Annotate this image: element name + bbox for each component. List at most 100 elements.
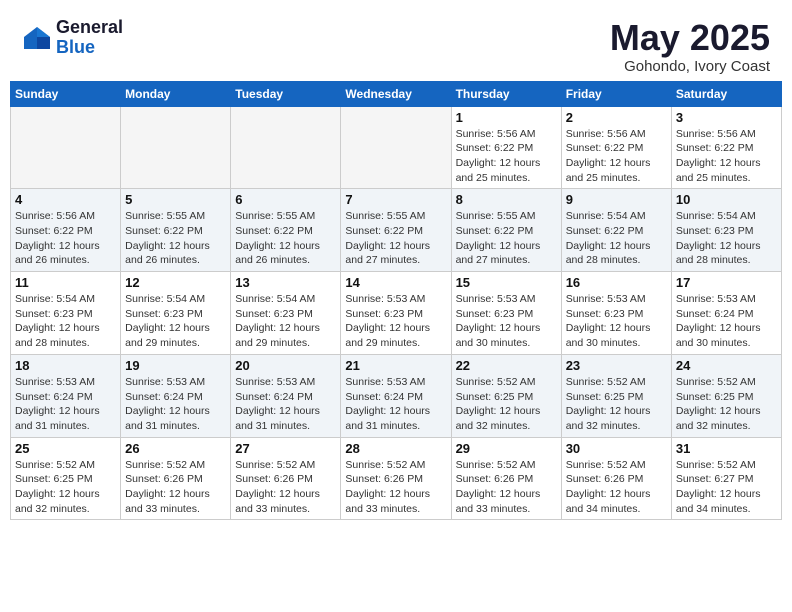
- table-row: 9 Sunrise: 5:54 AM Sunset: 6:22 PM Daylig…: [561, 189, 671, 272]
- calendar-week-row: 1Sunrise: 5:56 AM Sunset: 6:22 PM Daylig…: [11, 106, 782, 189]
- day-number: 5: [125, 192, 226, 207]
- day-number: 4: [15, 192, 116, 207]
- table-row: 27 Sunrise: 5:52 AM Sunset: 6:26 PM Dayli…: [231, 437, 341, 520]
- weekday-header-row: SundayMondayTuesdayWednesdayThursdayFrid…: [11, 81, 782, 106]
- logo-icon: [22, 23, 52, 53]
- day-number: 20: [235, 358, 336, 373]
- day-info: Sunrise: 5:52 AM Sunset: 6:26 PM Dayligh…: [125, 458, 226, 517]
- day-number: 26: [125, 441, 226, 456]
- weekday-header-sunday: Sunday: [11, 81, 121, 106]
- day-number: 28: [345, 441, 446, 456]
- logo-blue: Blue: [56, 38, 123, 58]
- table-row: 6 Sunrise: 5:55 AM Sunset: 6:22 PM Daylig…: [231, 189, 341, 272]
- day-number: 13: [235, 275, 336, 290]
- logo-general: General: [56, 18, 123, 38]
- day-number: 23: [566, 358, 667, 373]
- calendar-week-row: 25Sunrise: 5:52 AM Sunset: 6:25 PM Dayli…: [11, 437, 782, 520]
- title-area: May 2025 Gohondo, Ivory Coast: [610, 18, 770, 75]
- table-row: 30 Sunrise: 5:52 AM Sunset: 6:26 PM Dayli…: [561, 437, 671, 520]
- day-number: 18: [15, 358, 116, 373]
- calendar-week-row: 11 Sunrise: 5:54 AM Sunset: 6:23 PM Dayli…: [11, 272, 782, 355]
- day-info: Sunrise: 5:53 AM Sunset: 6:24 PM Dayligh…: [15, 375, 116, 434]
- weekday-header-wednesday: Wednesday: [341, 81, 451, 106]
- day-info: Sunrise: 5:54 AM Sunset: 6:22 PM Dayligh…: [566, 209, 667, 268]
- table-row: 3 Sunrise: 5:56 AM Sunset: 6:22 PM Daylig…: [671, 106, 781, 189]
- month-title: May 2025: [610, 18, 770, 58]
- day-info: Sunrise: 5:55 AM Sunset: 6:22 PM Dayligh…: [345, 209, 446, 268]
- day-info: Sunrise: 5:53 AM Sunset: 6:23 PM Dayligh…: [566, 292, 667, 351]
- day-number: 15: [456, 275, 557, 290]
- day-info: Sunrise: 5:53 AM Sunset: 6:23 PM Dayligh…: [345, 292, 446, 351]
- day-info: Sunrise: 5:54 AM Sunset: 6:23 PM Dayligh…: [15, 292, 116, 351]
- location: Gohondo, Ivory Coast: [610, 58, 770, 75]
- day-number: 3: [676, 110, 777, 125]
- day-info: Sunrise: 5:54 AM Sunset: 6:23 PM Dayligh…: [125, 292, 226, 351]
- weekday-header-monday: Monday: [121, 81, 231, 106]
- table-row: [341, 106, 451, 189]
- day-info: Sunrise: 5:53 AM Sunset: 6:24 PM Dayligh…: [345, 375, 446, 434]
- day-info: Sunrise: 5:52 AM Sunset: 6:26 PM Dayligh…: [235, 458, 336, 517]
- day-number: 6: [235, 192, 336, 207]
- table-row: [231, 106, 341, 189]
- day-number: 21: [345, 358, 446, 373]
- day-number: 30: [566, 441, 667, 456]
- day-info: Sunrise: 5:52 AM Sunset: 6:25 PM Dayligh…: [566, 375, 667, 434]
- day-info: Sunrise: 5:52 AM Sunset: 6:26 PM Dayligh…: [456, 458, 557, 517]
- day-info: Sunrise: 5:52 AM Sunset: 6:25 PM Dayligh…: [676, 375, 777, 434]
- day-number: 14: [345, 275, 446, 290]
- calendar-table: SundayMondayTuesdayWednesdayThursdayFrid…: [10, 81, 782, 521]
- day-number: 7: [345, 192, 446, 207]
- table-row: 18 Sunrise: 5:53 AM Sunset: 6:24 PM Dayli…: [11, 354, 121, 437]
- day-number: 9: [566, 192, 667, 207]
- day-number: 8: [456, 192, 557, 207]
- logo: General Blue: [22, 18, 123, 58]
- day-number: 22: [456, 358, 557, 373]
- table-row: 28 Sunrise: 5:52 AM Sunset: 6:26 PM Dayli…: [341, 437, 451, 520]
- calendar-week-row: 4Sunrise: 5:56 AM Sunset: 6:22 PM Daylig…: [11, 189, 782, 272]
- day-info: Sunrise: 5:54 AM Sunset: 6:23 PM Dayligh…: [676, 209, 777, 268]
- table-row: 23 Sunrise: 5:52 AM Sunset: 6:25 PM Dayli…: [561, 354, 671, 437]
- day-info: Sunrise: 5:56 AM Sunset: 6:22 PM Dayligh…: [676, 127, 777, 186]
- table-row: 25Sunrise: 5:52 AM Sunset: 6:25 PM Dayli…: [11, 437, 121, 520]
- day-number: 10: [676, 192, 777, 207]
- table-row: 21 Sunrise: 5:53 AM Sunset: 6:24 PM Dayli…: [341, 354, 451, 437]
- day-info: Sunrise: 5:52 AM Sunset: 6:25 PM Dayligh…: [456, 375, 557, 434]
- day-info: Sunrise: 5:52 AM Sunset: 6:25 PM Dayligh…: [15, 458, 116, 517]
- day-number: 24: [676, 358, 777, 373]
- table-row: 15Sunrise: 5:53 AM Sunset: 6:23 PM Dayli…: [451, 272, 561, 355]
- day-number: 2: [566, 110, 667, 125]
- table-row: 12 Sunrise: 5:54 AM Sunset: 6:23 PM Dayli…: [121, 272, 231, 355]
- table-row: 10 Sunrise: 5:54 AM Sunset: 6:23 PM Dayli…: [671, 189, 781, 272]
- weekday-header-thursday: Thursday: [451, 81, 561, 106]
- day-info: Sunrise: 5:52 AM Sunset: 6:26 PM Dayligh…: [566, 458, 667, 517]
- day-number: 17: [676, 275, 777, 290]
- table-row: 16 Sunrise: 5:53 AM Sunset: 6:23 PM Dayli…: [561, 272, 671, 355]
- weekday-header-tuesday: Tuesday: [231, 81, 341, 106]
- table-row: 13Sunrise: 5:54 AM Sunset: 6:23 PM Dayli…: [231, 272, 341, 355]
- day-number: 29: [456, 441, 557, 456]
- day-number: 27: [235, 441, 336, 456]
- table-row: 22 Sunrise: 5:52 AM Sunset: 6:25 PM Dayli…: [451, 354, 561, 437]
- table-row: 20 Sunrise: 5:53 AM Sunset: 6:24 PM Dayli…: [231, 354, 341, 437]
- weekday-header-saturday: Saturday: [671, 81, 781, 106]
- table-row: 17Sunrise: 5:53 AM Sunset: 6:24 PM Dayli…: [671, 272, 781, 355]
- table-row: 24 Sunrise: 5:52 AM Sunset: 6:25 PM Dayli…: [671, 354, 781, 437]
- day-info: Sunrise: 5:56 AM Sunset: 6:22 PM Dayligh…: [566, 127, 667, 186]
- table-row: [11, 106, 121, 189]
- page-header: General Blue May 2025 Gohondo, Ivory Coa…: [10, 10, 782, 81]
- day-number: 11: [15, 275, 116, 290]
- table-row: 26 Sunrise: 5:52 AM Sunset: 6:26 PM Dayli…: [121, 437, 231, 520]
- day-info: Sunrise: 5:55 AM Sunset: 6:22 PM Dayligh…: [235, 209, 336, 268]
- day-info: Sunrise: 5:55 AM Sunset: 6:22 PM Dayligh…: [125, 209, 226, 268]
- table-row: 1Sunrise: 5:56 AM Sunset: 6:22 PM Daylig…: [451, 106, 561, 189]
- day-number: 19: [125, 358, 226, 373]
- day-info: Sunrise: 5:52 AM Sunset: 6:26 PM Dayligh…: [345, 458, 446, 517]
- table-row: 2 Sunrise: 5:56 AM Sunset: 6:22 PM Daylig…: [561, 106, 671, 189]
- table-row: 8Sunrise: 5:55 AM Sunset: 6:22 PM Daylig…: [451, 189, 561, 272]
- day-number: 12: [125, 275, 226, 290]
- table-row: 29 Sunrise: 5:52 AM Sunset: 6:26 PM Dayli…: [451, 437, 561, 520]
- day-number: 16: [566, 275, 667, 290]
- day-info: Sunrise: 5:53 AM Sunset: 6:24 PM Dayligh…: [235, 375, 336, 434]
- table-row: 7 Sunrise: 5:55 AM Sunset: 6:22 PM Daylig…: [341, 189, 451, 272]
- day-info: Sunrise: 5:53 AM Sunset: 6:24 PM Dayligh…: [125, 375, 226, 434]
